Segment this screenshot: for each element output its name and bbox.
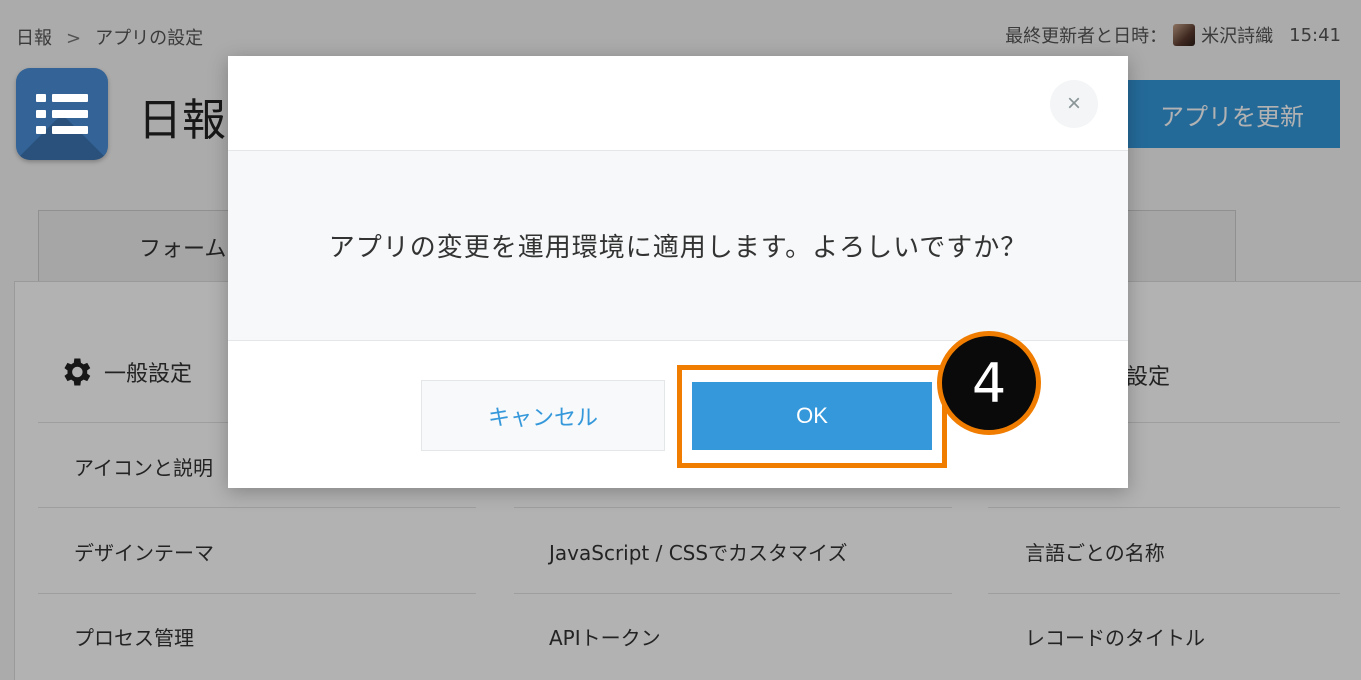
close-icon[interactable]: × (1050, 80, 1098, 128)
ok-button[interactable]: OK (692, 382, 932, 450)
dialog-body: アプリの変更を運用環境に適用します。よろしいですか？ (228, 151, 1128, 341)
dialog-header: × (228, 56, 1128, 151)
cancel-button[interactable]: キャンセル (421, 380, 665, 451)
step-number-badge: 4 (937, 331, 1041, 435)
dialog-message: アプリの変更を運用環境に適用します。よろしいですか？ (328, 233, 1028, 263)
